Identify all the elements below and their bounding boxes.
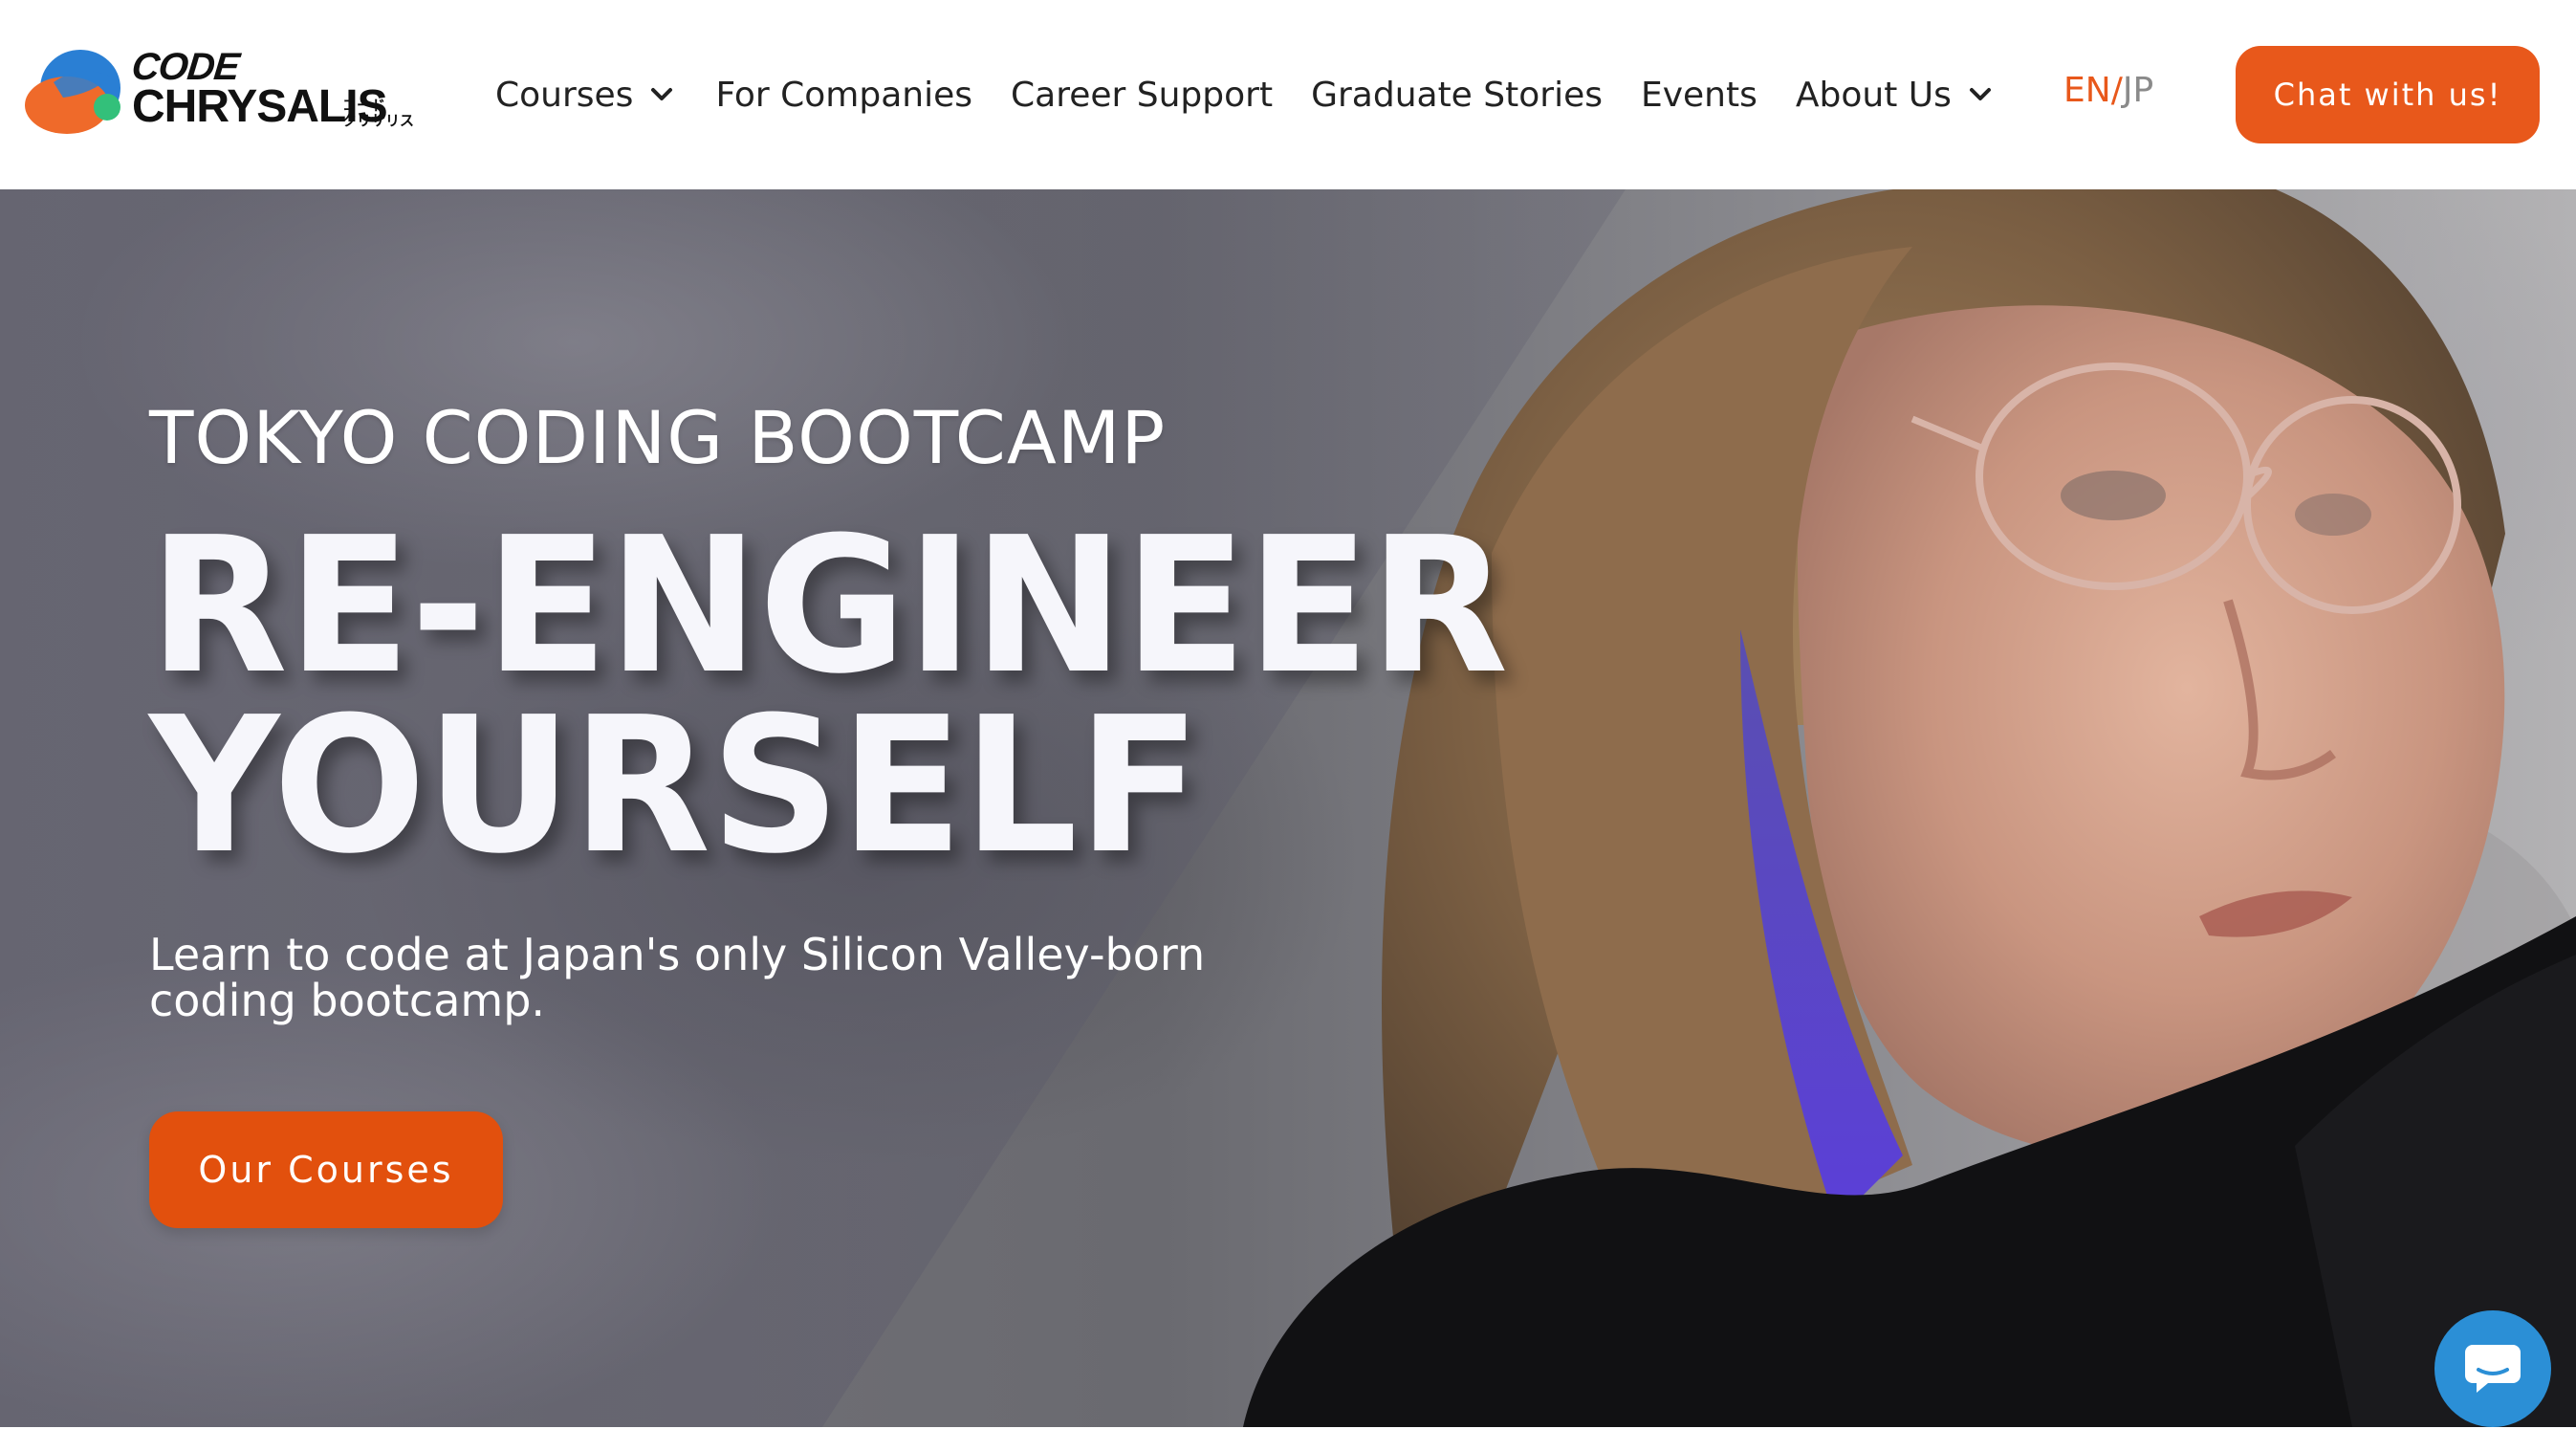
nav-item-label: For Companies: [715, 75, 973, 115]
hero-headline-line1: RE-ENGINEER: [149, 496, 1509, 715]
hero-headline: RE-ENGINEER YOURSELF: [149, 496, 1509, 895]
chat-with-us-button[interactable]: Chat with us!: [2236, 46, 2540, 143]
nav-item-label: About Us: [1795, 75, 1952, 115]
hero-subtext: Learn to code at Japan's only Silicon Va…: [149, 928, 1206, 1026]
hero-content: TOKYO CODING BOOTCAMP RE-ENGINEER YOURSE…: [149, 398, 1565, 1228]
logo-kana-line1: コード: [342, 97, 386, 114]
logo-word-code: CODE: [129, 46, 241, 88]
main-nav: Courses For Companies Career Support Gra…: [495, 63, 2034, 126]
logo-mark-icon: [25, 50, 120, 134]
nav-item-about-us[interactable]: About Us: [1796, 76, 1996, 115]
lang-en-link[interactable]: EN: [2063, 71, 2111, 110]
logo[interactable]: CODE CHRYSALIS コード クリサリス: [25, 42, 417, 147]
hero-section: TOKYO CODING BOOTCAMP RE-ENGINEER YOURSE…: [0, 189, 2576, 1427]
page: CODE CHRYSALIS コード クリサリス Courses For Com…: [0, 0, 2576, 1429]
chevron-down-icon: [1969, 88, 1991, 100]
nav-item-career-support[interactable]: Career Support: [1011, 76, 1273, 115]
logo-kana: コード クリサリス: [342, 98, 414, 128]
nav-item-courses[interactable]: Courses: [495, 76, 677, 115]
hero-kicker: TOKYO CODING BOOTCAMP: [149, 395, 1167, 480]
lang-jp-link[interactable]: JP: [2123, 71, 2153, 110]
site-header: CODE CHRYSALIS コード クリサリス Courses For Com…: [0, 0, 2576, 189]
nav-item-for-companies[interactable]: For Companies: [715, 76, 972, 115]
nav-item-label: Career Support: [1011, 75, 1274, 115]
nav-item-label: Graduate Stories: [1311, 75, 1603, 115]
logo-kana-line2: クリサリス: [342, 112, 415, 129]
language-switcher: EN/JP: [2063, 71, 2153, 110]
chat-bubble-icon: [2465, 1345, 2521, 1393]
chat-widget-button[interactable]: [2434, 1310, 2551, 1427]
lang-separator: /: [2110, 71, 2123, 110]
hero-headline-line2: YOURSELF: [149, 676, 1201, 895]
nav-item-graduate-stories[interactable]: Graduate Stories: [1311, 76, 1603, 115]
nav-item-label: Events: [1640, 75, 1757, 115]
nav-item-events[interactable]: Events: [1641, 76, 1757, 115]
nav-item-label: Courses: [495, 75, 634, 115]
chevron-down-icon: [651, 88, 673, 100]
our-courses-button[interactable]: Our Courses: [149, 1110, 503, 1228]
